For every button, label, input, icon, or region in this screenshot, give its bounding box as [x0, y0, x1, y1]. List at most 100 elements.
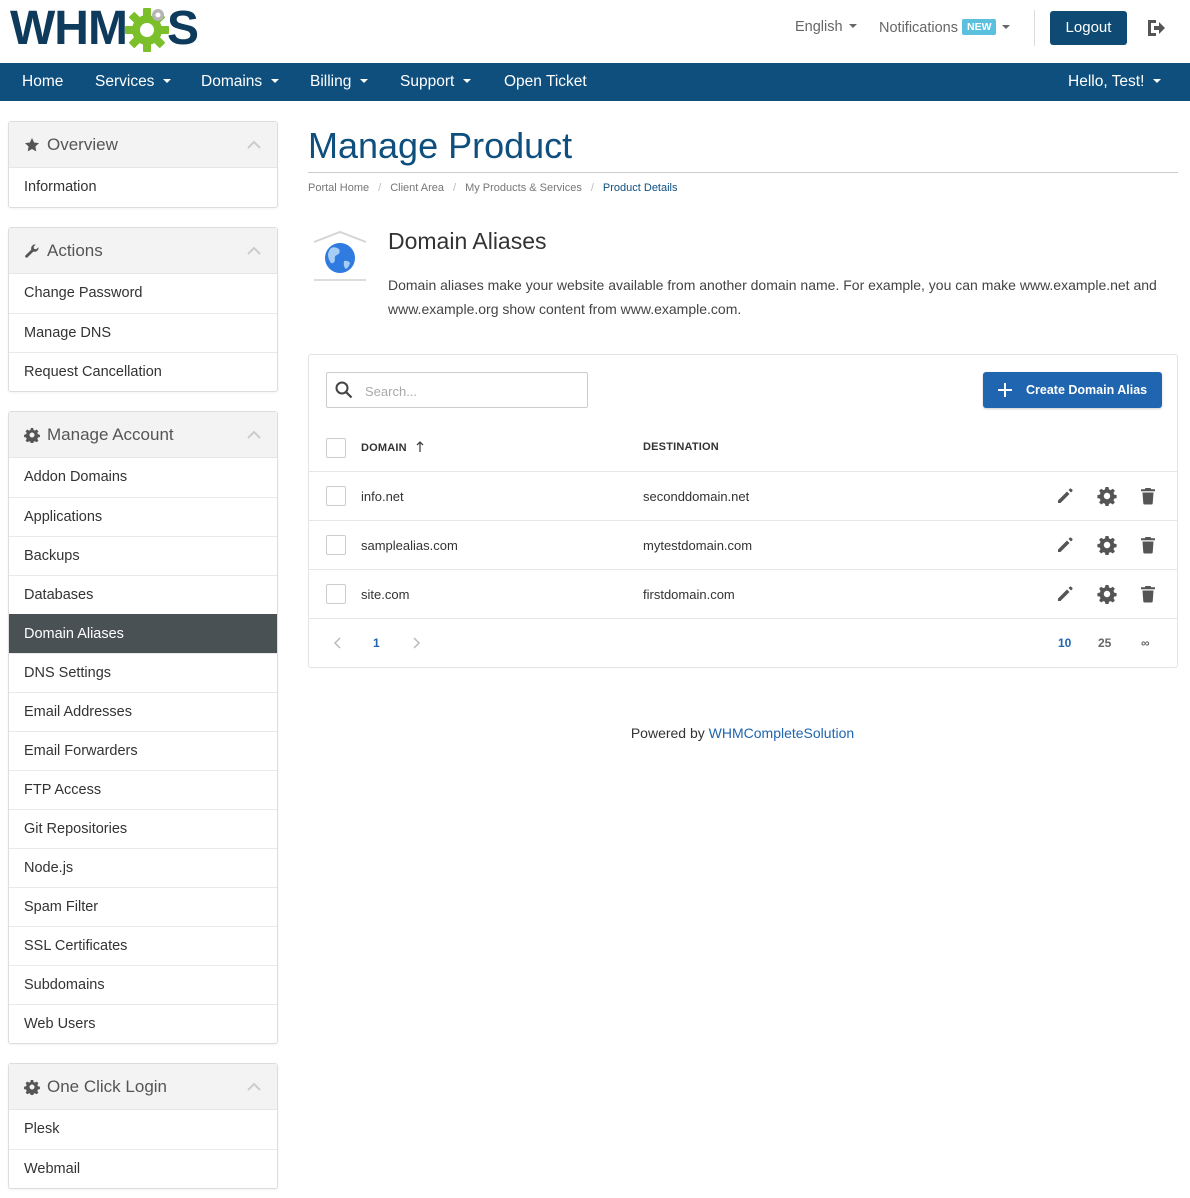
notifications-menu[interactable]: Notifications NEW	[879, 19, 1011, 36]
sidebar-item-databases[interactable]: Databases	[9, 575, 277, 614]
chevron-up-icon[interactable]	[247, 246, 261, 255]
sidebar-item-nodejs[interactable]: Node.js	[9, 848, 277, 887]
page-size-all[interactable]: ∞	[1141, 636, 1150, 650]
column-destination[interactable]: DESTINATION	[643, 441, 719, 453]
footer-link[interactable]: WHMCompleteSolution	[709, 725, 855, 741]
nav-domains-label: Domains	[201, 73, 263, 90]
row-checkbox[interactable]	[326, 486, 346, 506]
row-checkbox[interactable]	[326, 535, 346, 555]
sidebar-item-request-cancellation[interactable]: Request Cancellation	[9, 352, 277, 391]
search-field[interactable]	[326, 372, 588, 408]
select-all-checkbox[interactable]	[326, 438, 346, 458]
table-row: info.net seconddomain.net	[309, 472, 1177, 521]
create-domain-alias-button[interactable]: Create Domain Alias	[983, 372, 1162, 408]
panel-title-overview: Overview	[47, 135, 118, 154]
sidebar-item-plesk[interactable]: Plesk	[9, 1110, 277, 1149]
table-header: DOMAIN DESTINATION	[309, 425, 1177, 472]
globe-icon	[313, 230, 367, 281]
column-domain[interactable]: DOMAIN	[361, 441, 424, 454]
delete-icon[interactable]	[1138, 486, 1158, 506]
nav-domains[interactable]: Domains	[201, 63, 280, 101]
chevron-up-icon[interactable]	[247, 1082, 261, 1091]
footer-prefix: Powered by	[630, 725, 705, 741]
sidebar-item-addon-domains[interactable]: Addon Domains	[9, 458, 277, 497]
sidebar-item-ftp-access[interactable]: FTP Access	[9, 770, 277, 809]
logo-gear-icon	[124, 8, 169, 52]
whmcs-logo[interactable]: WHM S	[10, 2, 199, 55]
sidebar-item-git-repositories[interactable]: Git Repositories	[9, 809, 277, 848]
row-domain: samplealias.com	[361, 538, 458, 553]
language-selector[interactable]: English	[795, 19, 857, 35]
panel-header-overview[interactable]: Overview	[9, 122, 277, 168]
panel-header-manage-account[interactable]: Manage Account	[9, 412, 277, 458]
page-size-25[interactable]: 25	[1098, 636, 1111, 650]
create-domain-alias-label: Create Domain Alias	[1026, 383, 1148, 397]
nav-services[interactable]: Services	[95, 63, 172, 101]
row-destination: seconddomain.net	[643, 489, 750, 504]
nav-open-ticket[interactable]: Open Ticket	[504, 63, 587, 101]
module-title: Domain Aliases	[388, 228, 547, 254]
footer: Powered by WHMCompleteSolution	[0, 725, 1190, 741]
pencil-icon[interactable]	[1055, 584, 1075, 604]
nav-services-label: Services	[95, 73, 155, 90]
sidebar-item-subdomains[interactable]: Subdomains	[9, 965, 277, 1004]
row-domain: info.net	[361, 489, 404, 504]
sidebar-item-web-users[interactable]: Web Users	[9, 1004, 277, 1043]
page-number[interactable]: 1	[373, 636, 380, 650]
nav-billing[interactable]: Billing	[310, 63, 369, 101]
panel-header-actions[interactable]: Actions	[9, 228, 277, 274]
title-divider	[308, 172, 1178, 173]
module-description: Domain aliases make your website availab…	[388, 277, 1157, 317]
breadcrumb-client-area[interactable]: Client Area	[390, 182, 444, 194]
sidebar-item-change-password[interactable]: Change Password	[9, 274, 277, 313]
exit-icon[interactable]	[1145, 17, 1167, 39]
logo-text-right: S	[166, 2, 199, 55]
gear-icon[interactable]	[1097, 535, 1117, 555]
breadcrumb: Portal Home / Client Area / My Products & Se…	[308, 182, 678, 194]
panel-header-one-click-login[interactable]: One Click Login	[9, 1064, 277, 1110]
sidebar-item-applications[interactable]: Applications	[9, 497, 277, 536]
sidebar-item-spam-filter[interactable]: Spam Filter	[9, 887, 277, 926]
chevron-down-icon	[360, 79, 369, 83]
row-domain: site.com	[361, 587, 410, 602]
page-title: Manage Product	[308, 125, 573, 166]
logo-text-left: WHM	[10, 2, 128, 55]
sidebar-item-manage-dns[interactable]: Manage DNS	[9, 313, 277, 352]
sidebar-item-information[interactable]: Information	[9, 168, 277, 207]
nav-support[interactable]: Support	[400, 63, 472, 101]
nav-user-menu[interactable]: Hello, Test!	[1068, 63, 1162, 101]
page-size-10[interactable]: 10	[1058, 636, 1071, 650]
delete-icon[interactable]	[1138, 535, 1158, 555]
pencil-icon[interactable]	[1055, 486, 1075, 506]
breadcrumb-my-products[interactable]: My Products & Services	[465, 182, 582, 194]
gear-icon[interactable]	[1097, 584, 1117, 604]
star-icon	[25, 138, 39, 152]
chevron-up-icon[interactable]	[247, 140, 261, 149]
sidebar-item-domain-aliases[interactable]: Domain Aliases	[9, 614, 277, 653]
pagination: 1 10 25 ∞	[309, 619, 1177, 667]
new-badge: NEW	[961, 19, 997, 35]
sidebar-item-webmail[interactable]: Webmail	[9, 1149, 277, 1188]
panel-title-one-click-login: One Click Login	[47, 1077, 168, 1096]
row-checkbox[interactable]	[326, 584, 346, 604]
nav-home[interactable]: Home	[22, 63, 63, 101]
top-header: WHM S English Notifications NEW Logout	[0, 0, 1190, 63]
sidebar-item-ssl-certificates[interactable]: SSL Certificates	[9, 926, 277, 965]
notifications-label: Notifications	[879, 20, 958, 36]
panel-title-actions: Actions	[47, 241, 103, 260]
breadcrumb-portal-home[interactable]: Portal Home	[308, 182, 369, 194]
gear-icon[interactable]	[1097, 486, 1117, 506]
chevron-left-icon[interactable]	[333, 637, 341, 649]
chevron-down-icon	[463, 79, 472, 83]
panel-title-manage-account: Manage Account	[47, 425, 174, 444]
delete-icon[interactable]	[1138, 584, 1158, 604]
sidebar-item-dns-settings[interactable]: DNS Settings	[9, 653, 277, 692]
sidebar-item-backups[interactable]: Backups	[9, 536, 277, 575]
wrench-icon	[25, 244, 39, 258]
chevron-down-icon	[848, 24, 857, 28]
pencil-icon[interactable]	[1055, 535, 1075, 555]
search-input[interactable]	[365, 381, 575, 401]
chevron-right-icon[interactable]	[413, 637, 421, 649]
logout-button[interactable]: Logout	[1050, 11, 1127, 45]
chevron-up-icon[interactable]	[247, 430, 261, 439]
